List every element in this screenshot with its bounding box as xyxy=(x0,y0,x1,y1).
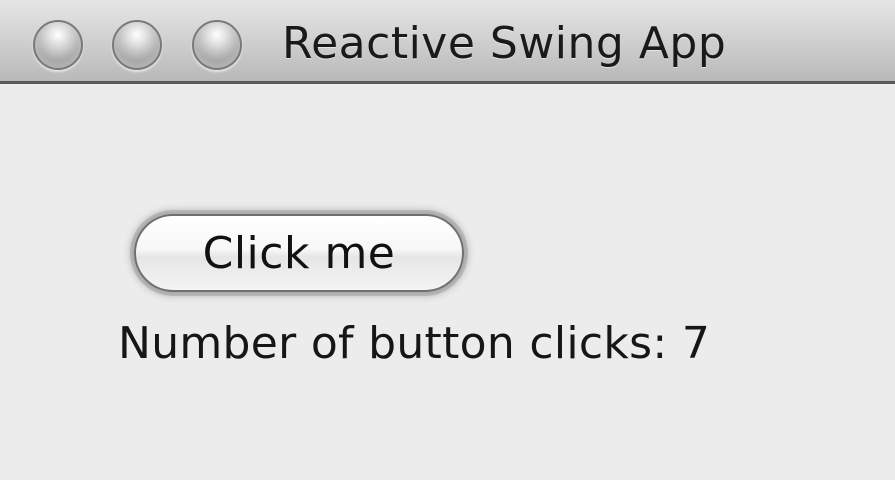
title-bar[interactable]: Reactive Swing App xyxy=(0,0,895,84)
close-button[interactable] xyxy=(33,20,83,70)
click-me-button[interactable]: Click me xyxy=(134,214,464,292)
content-pane: Click me Number of button clicks: 7 xyxy=(0,84,895,480)
minimize-button[interactable] xyxy=(112,20,162,70)
zoom-button[interactable] xyxy=(192,20,242,70)
click-count-value: 7 xyxy=(681,318,711,369)
click-count-text: Number of button clicks: xyxy=(118,318,668,369)
app-window: Reactive Swing App Click me Number of bu… xyxy=(0,0,895,480)
window-title: Reactive Swing App xyxy=(282,18,727,69)
click-me-button-label: Click me xyxy=(202,227,396,279)
click-count-label: Number of button clicks: 7 xyxy=(118,316,710,372)
